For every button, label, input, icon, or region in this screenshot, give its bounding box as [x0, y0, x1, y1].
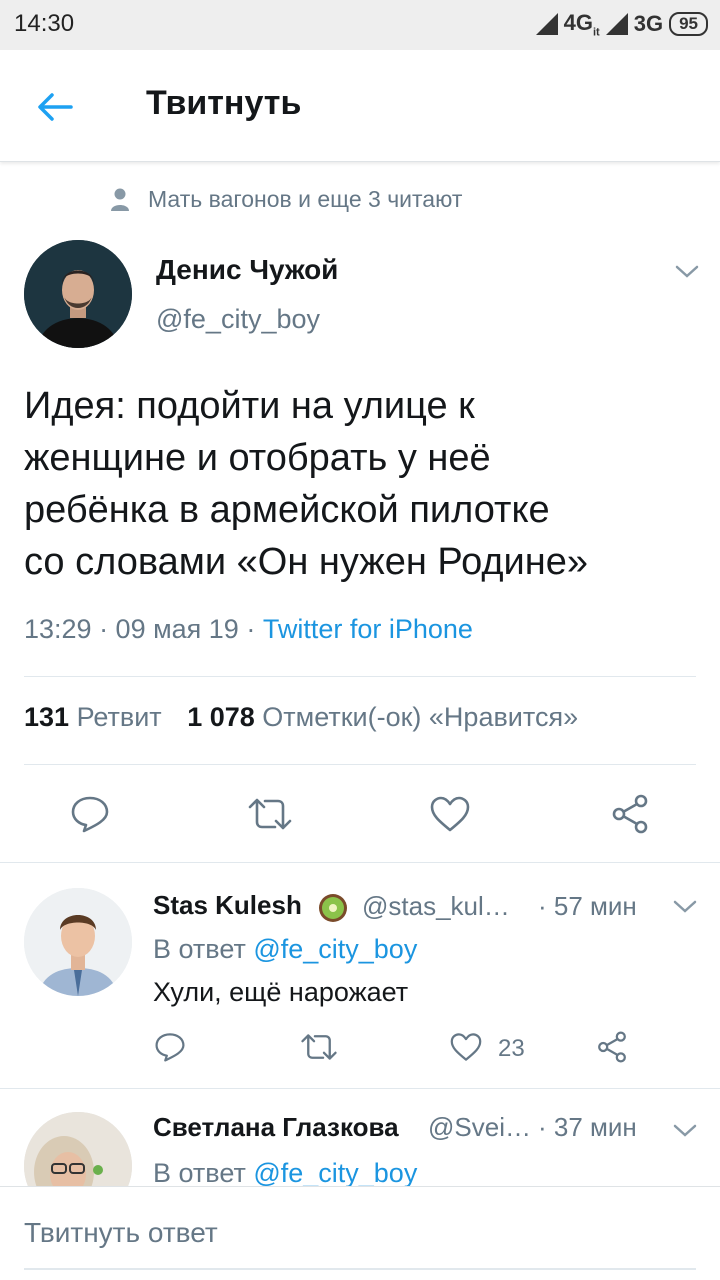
network-3g-label: 3G	[633, 11, 664, 37]
reply-to-link[interactable]: @fe_city_boy	[253, 1158, 417, 1188]
avatar-image	[24, 240, 132, 348]
app-bar: Твитнуть	[0, 50, 720, 162]
reply-share-button[interactable]	[592, 1024, 632, 1070]
kiwi-icon	[319, 894, 347, 922]
reply-author-name[interactable]: Светлана Глазкова	[153, 1112, 399, 1143]
avatar-image	[24, 888, 132, 996]
reply-time: · 37 мин	[538, 1112, 637, 1142]
reply-reply-button[interactable]	[150, 1024, 190, 1070]
status-time: 14:30	[14, 10, 75, 37]
reply-time: · 57 мин	[538, 891, 637, 921]
page-title: Твитнуть	[146, 84, 302, 122]
share-button[interactable]	[606, 790, 654, 838]
reply-button[interactable]	[66, 790, 114, 838]
status-icons: 4Git 3G 95	[535, 10, 708, 39]
back-button[interactable]	[30, 84, 80, 130]
person-icon	[111, 188, 129, 211]
likes-stat[interactable]: 1 078 Отметки(-ок) «Нравится»	[187, 702, 578, 732]
reply-avatar[interactable]	[24, 888, 132, 996]
like-button[interactable]	[426, 790, 474, 838]
compose-underline	[24, 1268, 696, 1270]
retweet-icon	[248, 798, 292, 830]
chevron-down-icon[interactable]	[672, 262, 702, 282]
reply-to-line: В ответ @fe_city_boy	[153, 934, 418, 964]
reply-retweet-button[interactable]	[298, 1024, 340, 1070]
arrow-left-icon	[38, 93, 73, 121]
tweet-meta: 13:29 · 09 мая 19 · Twitter for iPhone	[24, 614, 473, 645]
divider	[24, 764, 696, 765]
reply-author-handle[interactable]: @stas_kul…	[362, 891, 510, 922]
retweets-stat[interactable]: 131 Ретвит	[24, 702, 162, 732]
heart-icon	[450, 1033, 482, 1061]
reply-icon	[155, 1033, 185, 1062]
social-context-text: Мать вагонов и еще 3 читают	[148, 186, 463, 212]
compose-bar: Твитнуть ответ	[0, 1186, 720, 1280]
author-name[interactable]: Денис Чужой	[156, 254, 338, 286]
social-context: Мать вагонов и еще 3 читают	[110, 186, 462, 213]
share-icon	[612, 794, 648, 834]
share-icon	[598, 1031, 626, 1063]
tweet-source-link[interactable]: Twitter for iPhone	[263, 614, 473, 644]
heart-icon	[430, 796, 470, 832]
reply-like-count: 23	[498, 1035, 525, 1062]
reply-compose-input[interactable]: Твитнуть ответ	[24, 1217, 218, 1249]
battery-icon: 95	[669, 12, 708, 37]
tweet-stats: 131 Ретвит 1 078 Отметки(-ок) «Нравится»	[24, 702, 578, 733]
tweet-timestamp: 13:29 · 09 мая 19 ·	[24, 614, 263, 644]
signal-icon	[535, 13, 558, 36]
signal-icon-2	[605, 13, 628, 36]
network-4g-label: 4Git	[563, 10, 600, 39]
reply-to-line: В ответ @fe_city_boy	[153, 1158, 418, 1188]
divider	[24, 676, 696, 677]
reply-like-button[interactable]	[446, 1024, 486, 1070]
retweet-icon	[301, 1034, 337, 1060]
chevron-down-icon[interactable]	[670, 1121, 700, 1141]
divider	[0, 862, 720, 863]
divider	[0, 1088, 720, 1089]
chevron-down-icon[interactable]	[670, 897, 700, 917]
retweet-button[interactable]	[246, 790, 294, 838]
reply-author-handle[interactable]: @Svei…	[428, 1112, 531, 1143]
author-avatar[interactable]	[24, 240, 132, 348]
reply-author-name[interactable]: Stas Kulesh	[153, 890, 302, 921]
reply-to-link[interactable]: @fe_city_boy	[253, 934, 417, 964]
tweet-text: Идея: подойти на улице к женщине и отобр…	[24, 385, 589, 583]
status-bar: 14:30 4Git 3G 95	[0, 0, 720, 50]
author-handle[interactable]: @fe_city_boy	[156, 304, 320, 335]
reply-icon	[71, 796, 109, 833]
reply-text: Хули, ещё нарожает	[153, 977, 409, 1007]
